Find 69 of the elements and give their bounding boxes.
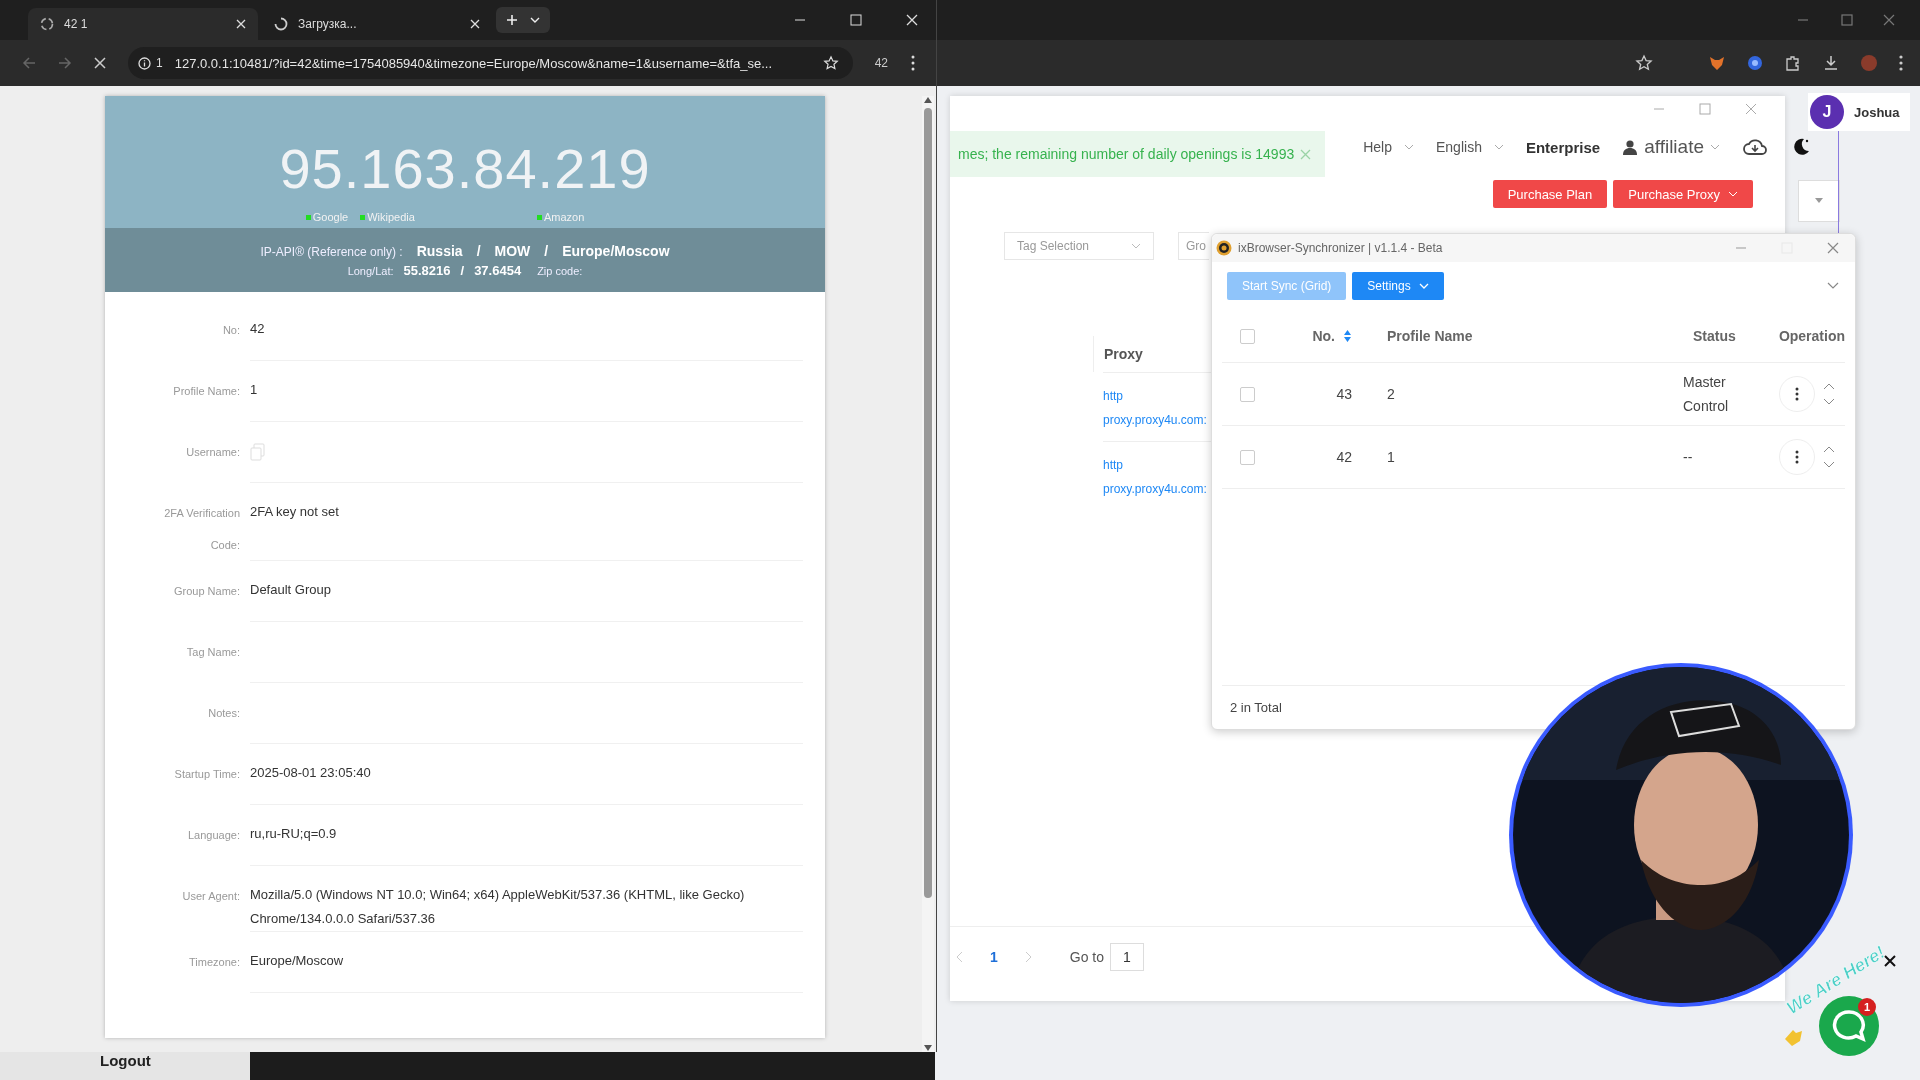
table-cell-text: -- — [1683, 448, 1694, 467]
column-header: Profile Name — [1387, 328, 1474, 344]
page-number[interactable]: 1 — [990, 949, 998, 965]
field-label: Timezone: — [188, 955, 241, 970]
table-cell-text: 42 — [1335, 449, 1353, 465]
source-label: IP-API® (Reference only) : — [260, 244, 403, 259]
user-name: Joshua — [1854, 104, 1900, 120]
menu-dropdown[interactable]: English — [1436, 139, 1504, 155]
field-label: Language: — [187, 828, 241, 843]
field-label: Group Name: — [172, 584, 241, 599]
table-cell-text: 2 — [1387, 386, 1396, 402]
region-value: MOW — [494, 242, 531, 259]
proxy-host: proxy.proxy4u.com: — [1103, 413, 1207, 427]
field-value: Mozilla/5.0 (Windows NT 10.0; Win64; x64) AppleWebKit/537.36 (KHTML, like Gecko) Chrome/134.0.0.0 Safari/537.36 — [250, 886, 746, 928]
proxy-host: proxy.proxy4u.com: — [1103, 482, 1207, 496]
field-value: 42 — [250, 320, 266, 338]
column-header: Operation — [1777, 328, 1845, 344]
field-value: 2025-08-01 23:05:40 — [250, 764, 372, 782]
column-header: Status — [1693, 327, 1737, 346]
longlat-label: Long/Lat: — [347, 264, 394, 277]
proxy-type: http — [1103, 389, 1123, 403]
country-value: Russia — [416, 242, 463, 259]
zip-label: Zip code: — [537, 264, 583, 277]
plan-label: Enterprise — [1525, 138, 1601, 156]
table-cell-text: 1 — [1387, 449, 1396, 465]
field-label: Startup Time: — [173, 767, 241, 782]
goto-label: Go to — [1069, 949, 1105, 965]
separator: / — [460, 262, 465, 278]
field-value: 2FA key not set — [250, 503, 340, 521]
account-dropdown[interactable]: affiliate — [1622, 136, 1720, 158]
logout-link[interactable]: Logout — [100, 1052, 151, 1070]
table-cell-text: 43 — [1335, 386, 1353, 402]
window-title: ixBrowser-Synchronizer | v1.1.4 - Beta — [1238, 241, 1443, 255]
field-label: Profile Name: — [172, 384, 241, 399]
field-label: 2FA Verification Code: — [163, 506, 241, 553]
separator: / — [476, 242, 481, 259]
browser-tab[interactable]: 42 1 — [28, 8, 258, 40]
site-label: Google — [312, 211, 349, 223]
settings-button[interactable]: Settings — [1352, 272, 1444, 300]
site-label: Amazon — [543, 211, 585, 223]
purchase-plan-button[interactable]: Purchase Plan — [1492, 180, 1608, 208]
field-label: Notes: — [207, 706, 241, 721]
field-value: Europe/Moscow — [250, 952, 345, 970]
column-header: No. — [1312, 328, 1335, 344]
browser-tab[interactable]: Загрузка... — [262, 8, 492, 40]
field-label: Tag Name: — [185, 645, 241, 660]
field-label: No: — [221, 323, 241, 338]
latitude-value: 55.8216 — [403, 262, 451, 278]
goto-field[interactable]: 1 — [1110, 943, 1144, 971]
field-label: User Agent: — [181, 889, 241, 904]
site-label: Wikipedia — [367, 211, 415, 223]
field-value: 1 — [250, 381, 259, 399]
menu-dropdown[interactable]: Help — [1363, 139, 1414, 155]
notice-text: mes; the remaining number of daily openings is 14993 — [958, 146, 1295, 162]
table-cell-text: Master Control — [1683, 373, 1730, 416]
field-label: Username: — [185, 445, 241, 460]
proxy-type: http — [1103, 458, 1123, 472]
purchase-proxy-button[interactable]: Purchase Proxy — [1613, 180, 1753, 208]
field-value: Default Group — [250, 581, 332, 599]
total-count: 2 in Total — [1230, 700, 1282, 715]
user-avatar[interactable]: J — [1810, 95, 1844, 129]
address-bar[interactable]: 1 127.0.0.1:10481/?id=42&time=1754085940&timezone=Europe/Moscow&name=1&username=&tfa_se... — [128, 47, 853, 79]
timezone-value: Europe/Moscow — [562, 242, 670, 259]
column-header: Proxy — [1093, 336, 1143, 372]
separator: / — [544, 242, 549, 259]
ip-address: 95.163.84.219 — [279, 136, 651, 201]
longitude-value: 37.6454 — [474, 262, 522, 278]
extension-badge[interactable]: 42 — [874, 56, 888, 70]
field-value: ru,ru-RU;q=0.9 — [250, 825, 338, 843]
